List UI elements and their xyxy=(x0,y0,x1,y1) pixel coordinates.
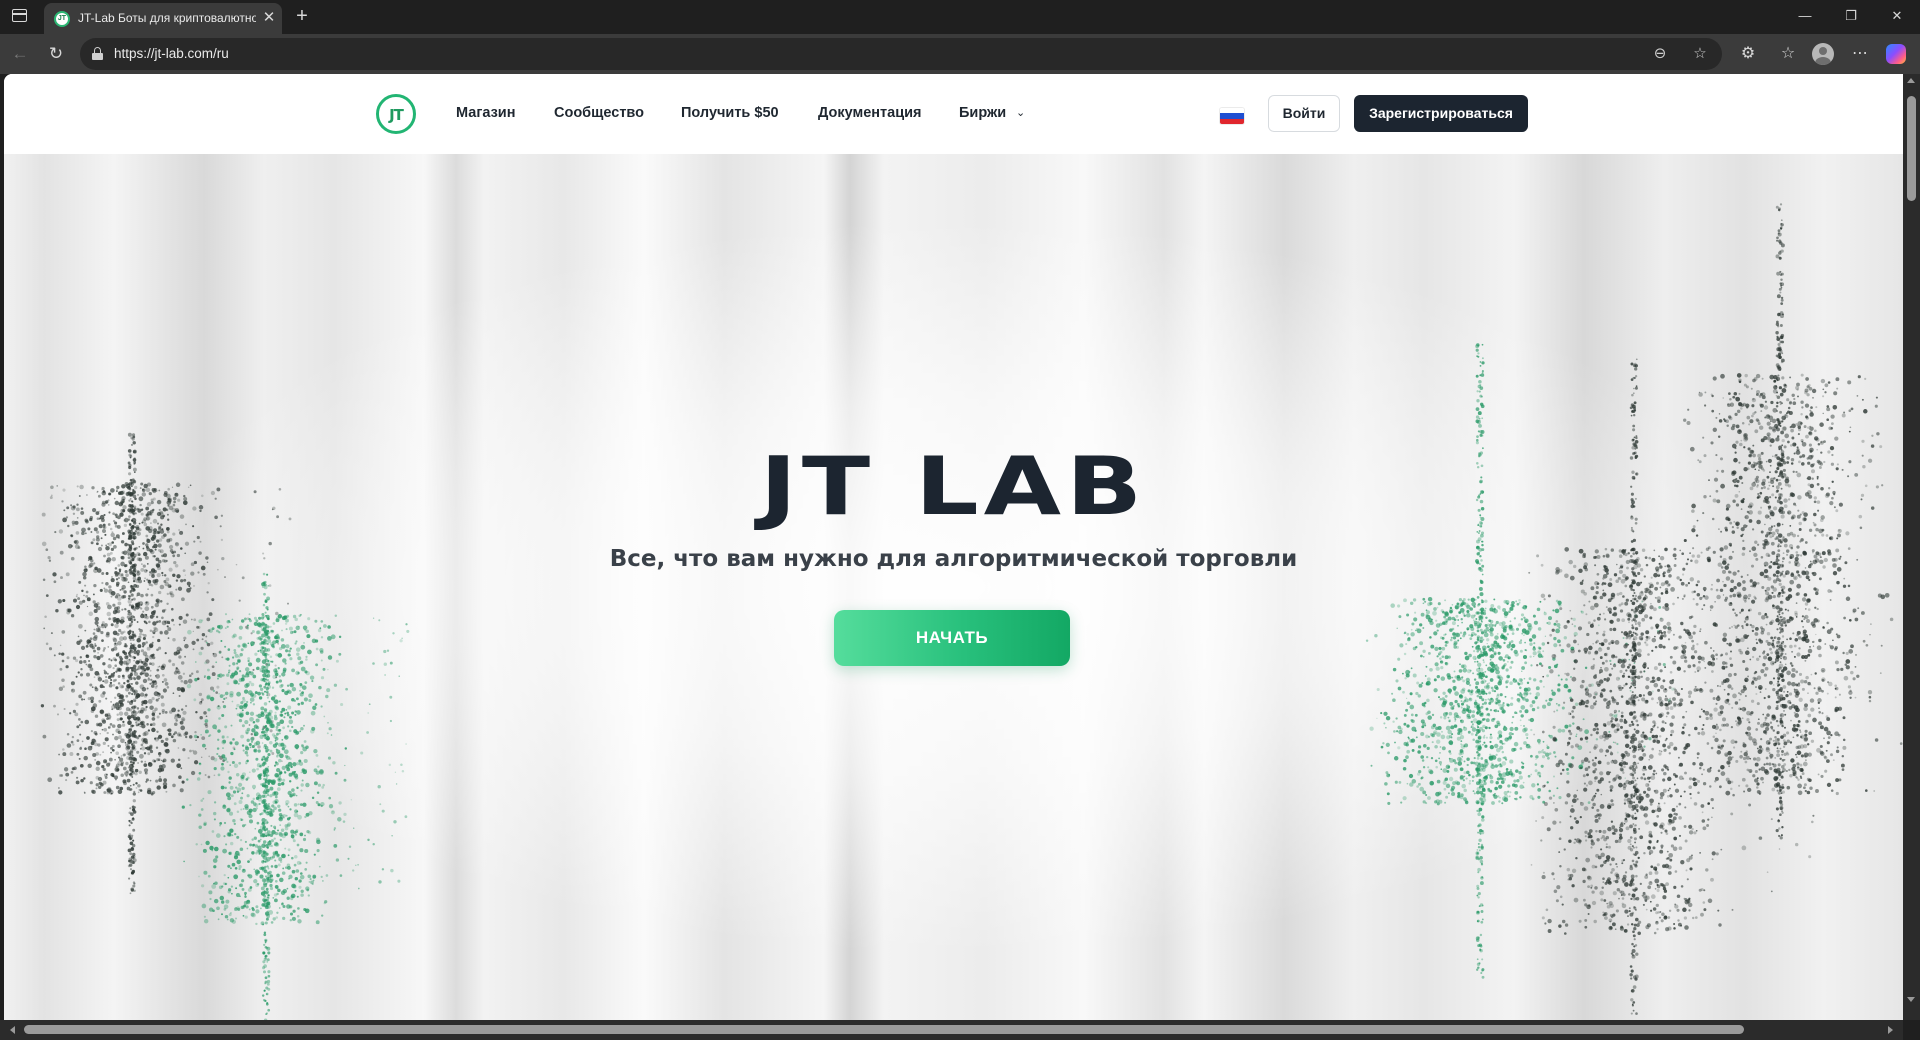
scroll-down-arrow-icon[interactable] xyxy=(1907,997,1915,1002)
window-close-icon[interactable]: ✕ xyxy=(1882,6,1912,26)
tab-favicon-icon: JT xyxy=(54,11,70,27)
lock-icon[interactable] xyxy=(92,47,103,60)
reader-mode-icon[interactable]: ⊖ xyxy=(1650,44,1670,64)
url-text[interactable]: https://jt-lab.com/ru xyxy=(114,46,229,61)
tab-title: JT-Lab Боты для криптовалютно xyxy=(78,11,256,25)
nav-link-get-50[interactable]: Получить $50 xyxy=(681,105,779,121)
tab-close-icon[interactable]: ✕ xyxy=(261,9,277,27)
more-menu-icon[interactable]: ⋯ xyxy=(1850,44,1870,64)
hero-section: JT LAB Все, что вам нужно для алгоритмич… xyxy=(4,154,1903,1020)
particle-candles-illustration xyxy=(40,203,1903,1020)
register-button[interactable]: Зарегистрироваться xyxy=(1354,95,1528,132)
extensions-icon[interactable]: ⚙ xyxy=(1738,44,1758,64)
nav-link-community[interactable]: Сообщество xyxy=(554,105,644,121)
restore-icon[interactable]: ❐ xyxy=(1836,6,1866,26)
start-button[interactable]: НАЧАТЬ xyxy=(834,610,1070,666)
copilot-icon[interactable] xyxy=(1886,44,1906,64)
scroll-up-arrow-icon[interactable] xyxy=(1907,78,1915,83)
profile-avatar[interactable] xyxy=(1812,43,1834,65)
favorites-collection-icon[interactable]: ☆ xyxy=(1778,44,1798,64)
jt-logo-icon[interactable]: JT xyxy=(376,94,416,134)
scroll-right-arrow-icon[interactable] xyxy=(1888,1026,1893,1034)
browser-tab-bar: JT JT-Lab Боты для криптовалютно ✕ + — ❐… xyxy=(0,0,1920,34)
minimize-icon[interactable]: — xyxy=(1790,6,1820,26)
chevron-down-icon[interactable]: ⌄ xyxy=(1016,105,1028,121)
back-arrow-icon[interactable]: ← xyxy=(10,44,30,64)
nav-link-exchanges[interactable]: Биржи xyxy=(959,105,1006,121)
browser-tab[interactable]: JT JT-Lab Боты для криптовалютно ✕ xyxy=(44,3,282,34)
favorite-star-icon[interactable]: ☆ xyxy=(1690,44,1710,64)
nav-link-documentation[interactable]: Документация xyxy=(818,105,922,121)
horizontal-scroll-thumb[interactable] xyxy=(24,1025,1744,1034)
hero-title: JT LAB xyxy=(759,440,1148,533)
new-tab-plus-icon[interactable]: + xyxy=(292,5,312,27)
hero-subtitle: Все, что вам нужно для алгоритмической т… xyxy=(609,546,1298,572)
site-header: JT Магазин Сообщество Получить $50 Докум… xyxy=(4,74,1903,154)
browser-toolbar: ← ↻ https://jt-lab.com/ru ⊖ ☆ ⚙ ☆ ⋯ xyxy=(0,34,1920,74)
nav-link-shop[interactable]: Магазин xyxy=(456,105,515,121)
reload-icon[interactable]: ↻ xyxy=(46,44,66,64)
logo-text: JT xyxy=(389,106,404,124)
horizontal-scrollbar[interactable] xyxy=(0,1020,1903,1040)
page-viewport: JT Магазин Сообщество Получить $50 Докум… xyxy=(4,74,1903,1020)
vertical-scrollbar[interactable] xyxy=(1903,74,1920,1020)
address-bar[interactable]: https://jt-lab.com/ru ⊖ ☆ xyxy=(80,38,1722,70)
scroll-left-arrow-icon[interactable] xyxy=(10,1026,15,1034)
vertical-scroll-thumb[interactable] xyxy=(1907,96,1916,201)
login-button[interactable]: Войти xyxy=(1268,95,1340,132)
russian-flag-icon[interactable] xyxy=(1220,108,1244,124)
tab-actions-icon[interactable] xyxy=(12,9,27,22)
